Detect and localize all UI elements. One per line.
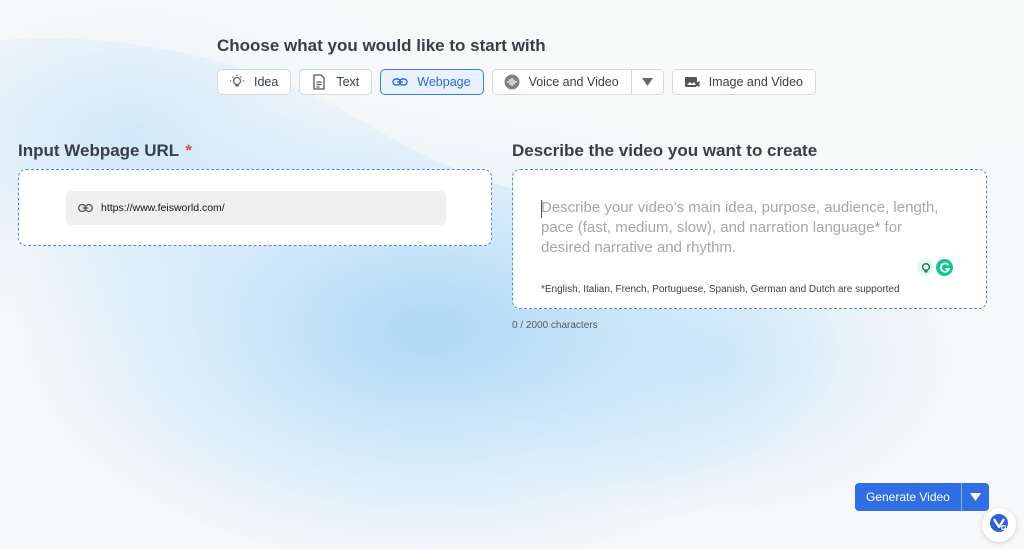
url-section-label: Input Webpage URL * — [18, 141, 192, 161]
generate-video-button[interactable]: Generate Video — [855, 483, 961, 511]
tab-idea-label: Idea — [254, 75, 279, 89]
describe-section-label: Describe the video you want to create — [512, 141, 818, 160]
image-video-icon — [683, 73, 701, 91]
video-description-textarea[interactable]: Describe your video’s main idea, purpose… — [512, 169, 987, 309]
chat-logo-icon — [989, 513, 1009, 538]
character-counter: 0 / 2000 characters — [512, 320, 598, 331]
generate-video-split-button: Generate Video — [855, 483, 989, 511]
url-label-text: Input Webpage URL — [18, 141, 180, 160]
tab-image-and-video[interactable]: Image and Video — [671, 69, 816, 95]
tab-webpage-label: Webpage — [417, 75, 471, 89]
caret-down-icon — [969, 488, 981, 506]
caret-down-icon — [641, 75, 653, 89]
url-input-value: https://www.feisworld.com/ — [101, 202, 225, 214]
tab-text-label: Text — [336, 75, 360, 89]
tab-webpage[interactable]: Webpage — [380, 69, 484, 95]
lightbulb-plus-icon[interactable] — [917, 259, 934, 276]
start-mode-tabs: Idea Text Webpage Voice and Video Image … — [217, 69, 816, 95]
sound-wave-icon — [503, 73, 521, 91]
tab-image-and-video-label: Image and Video — [708, 75, 803, 89]
lightbulb-icon — [228, 73, 246, 91]
voice-video-dropdown-button[interactable] — [631, 69, 664, 95]
tab-text[interactable]: Text — [299, 69, 373, 95]
tab-voice-and-video-label: Voice and Video — [528, 75, 619, 89]
document-icon — [310, 73, 328, 91]
page-title: Choose what you would like to start with — [217, 36, 546, 55]
voice-video-split: Voice and Video — [491, 69, 664, 95]
language-support-note: *English, Italian, French, Portuguese, S… — [541, 284, 900, 295]
url-input[interactable]: https://www.feisworld.com/ — [66, 191, 446, 225]
url-dropzone: https://www.feisworld.com/ — [18, 169, 492, 246]
description-placeholder: Describe your video’s main idea, purpose… — [541, 199, 939, 256]
generate-options-dropdown[interactable] — [960, 483, 989, 511]
link-icon — [391, 73, 409, 91]
required-asterisk: * — [185, 141, 192, 160]
tab-voice-and-video[interactable]: Voice and Video — [491, 69, 632, 95]
grammarly-widget — [917, 259, 953, 276]
link-icon — [78, 203, 93, 213]
support-chat-button[interactable] — [982, 508, 1016, 542]
tab-idea[interactable]: Idea — [217, 69, 292, 95]
grammarly-icon[interactable] — [936, 259, 953, 276]
